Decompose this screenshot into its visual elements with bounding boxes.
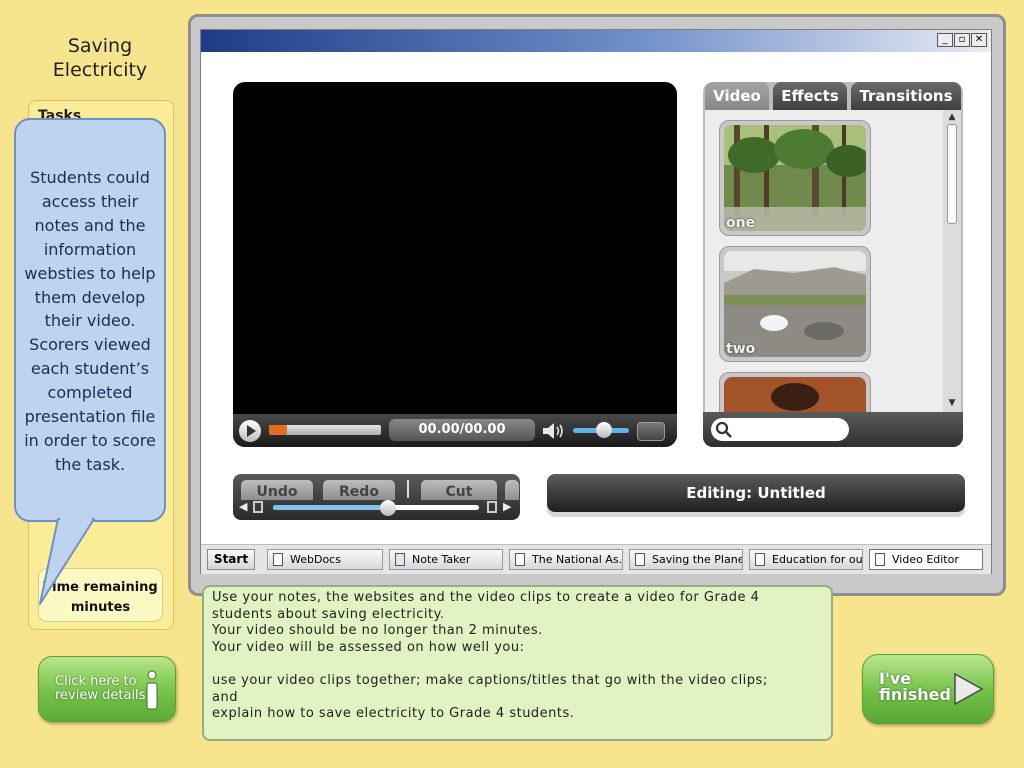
clip-scrollbar[interactable]: ▲ ▼ <box>943 110 961 412</box>
seek-progress <box>269 425 287 435</box>
toolbar-divider <box>407 480 409 498</box>
time-remaining-unit: minutes <box>70 600 131 615</box>
tab-effects[interactable]: Effects <box>773 82 847 110</box>
notepad-icon <box>395 553 405 566</box>
document-icon <box>515 553 525 566</box>
instructions-text: Use your notes, the websites and the vid… <box>212 590 768 722</box>
search-icon <box>715 421 732 438</box>
document-icon <box>755 553 765 566</box>
scroll-thumb[interactable] <box>947 124 957 224</box>
fullscreen-button[interactable] <box>637 422 665 441</box>
taskbar-item-webdocs[interactable]: WebDocs <box>267 549 383 570</box>
play-button[interactable] <box>239 420 261 442</box>
finished-button[interactable]: I've finished <box>862 654 994 724</box>
clip-label: two <box>726 341 756 357</box>
timeline-progress <box>273 505 389 510</box>
finished-label: I've finished <box>879 671 959 703</box>
taskbar-item-note-taker[interactable]: Note Taker <box>389 549 503 570</box>
taskbar-item-video-editor[interactable]: Video Editor <box>869 549 983 570</box>
info-icon <box>146 670 158 710</box>
taskbar-item-label: The National As... <box>532 553 623 566</box>
instructions-panel: Use your notes, the websites and the vid… <box>202 585 833 741</box>
page-title: Saving Electricity <box>30 34 170 82</box>
volume-knob[interactable] <box>595 422 612 438</box>
volume-icon[interactable] <box>541 420 567 442</box>
window-titlebar: _ ▫ ✕ <box>201 30 991 52</box>
timeline-start-handle[interactable] <box>253 501 263 513</box>
timeline-right-icon[interactable]: ▶ <box>503 500 511 513</box>
timeline-knob[interactable] <box>380 500 397 516</box>
taskbar-item-label: Education for our... <box>772 553 863 566</box>
video-player[interactable]: 00.00/00.00 <box>233 82 677 447</box>
document-icon <box>875 553 885 566</box>
review-details-label: Click here to review details <box>55 675 155 703</box>
editing-status-bar: Editing: Untitled <box>547 474 965 512</box>
taskbar-item-label: Saving the Planet <box>652 553 743 566</box>
minimize-button[interactable]: _ <box>937 33 953 47</box>
clip-item-three[interactable] <box>719 372 871 412</box>
taskbar-item-label: Note Taker <box>412 553 471 566</box>
video-controls: 00.00/00.00 <box>233 414 677 447</box>
edit-toolbar: Undo Redo Cut ◀ ▶ <box>233 474 520 520</box>
close-button[interactable]: ✕ <box>971 33 987 47</box>
media-panel: Video Effects Transitions one two ▲ ▼ <box>703 82 963 447</box>
title-line-2: Electricity <box>52 59 148 81</box>
review-label-line-1: Click here to <box>55 674 137 689</box>
review-label-line-2: review details <box>55 688 146 703</box>
arrow-right-icon <box>954 672 984 706</box>
undo-button[interactable]: Undo <box>241 480 313 500</box>
more-button[interactable] <box>505 480 519 500</box>
timeline-track[interactable] <box>273 505 479 510</box>
scroll-down-icon[interactable]: ▼ <box>947 398 957 408</box>
time-display: 00.00/00.00 <box>389 419 535 441</box>
seek-bar[interactable] <box>269 425 381 435</box>
time-remaining-box: Time remaining minutes <box>38 568 163 622</box>
clip-item-one[interactable]: one <box>719 120 871 236</box>
clip-item-two[interactable]: two <box>719 246 871 362</box>
video-editor-window: _ ▫ ✕ 00.00/00.00 Video Effects Transiti… <box>200 29 992 574</box>
start-button[interactable]: Start <box>207 549 255 570</box>
taskbar-item-label: WebDocs <box>290 553 341 566</box>
clip-label: one <box>726 215 756 231</box>
scroll-up-icon[interactable]: ▲ <box>947 112 957 122</box>
taskbar: Start WebDocs Note Taker The National As… <box>201 544 991 574</box>
review-details-button[interactable]: Click here to review details <box>38 656 176 722</box>
timeline-end-handle[interactable] <box>487 501 497 513</box>
taskbar-item-saving-planet[interactable]: Saving the Planet <box>629 549 743 570</box>
time-remaining-label: Time remaining <box>43 580 158 595</box>
play-icon <box>247 425 256 437</box>
callout-text: Students could access their notes and th… <box>24 168 156 474</box>
title-line-1: Saving <box>67 35 133 57</box>
taskbar-item-national[interactable]: The National As... <box>509 549 623 570</box>
cut-button[interactable]: Cut <box>421 480 497 500</box>
taskbar-item-education[interactable]: Education for our... <box>749 549 863 570</box>
taskbar-item-label: Video Editor <box>892 553 959 566</box>
tab-video[interactable]: Video <box>705 82 769 110</box>
timeline-left-icon[interactable]: ◀ <box>239 500 247 513</box>
search-bar <box>703 412 963 447</box>
document-icon <box>273 553 283 566</box>
tab-transitions[interactable]: Transitions <box>851 82 961 110</box>
clip-list: one two <box>705 110 943 412</box>
redo-button[interactable]: Redo <box>323 480 395 500</box>
restore-button[interactable]: ▫ <box>954 33 970 47</box>
finished-label-line-2: finished <box>879 685 951 704</box>
document-icon <box>635 553 645 566</box>
clip-thumbnail <box>724 377 866 412</box>
